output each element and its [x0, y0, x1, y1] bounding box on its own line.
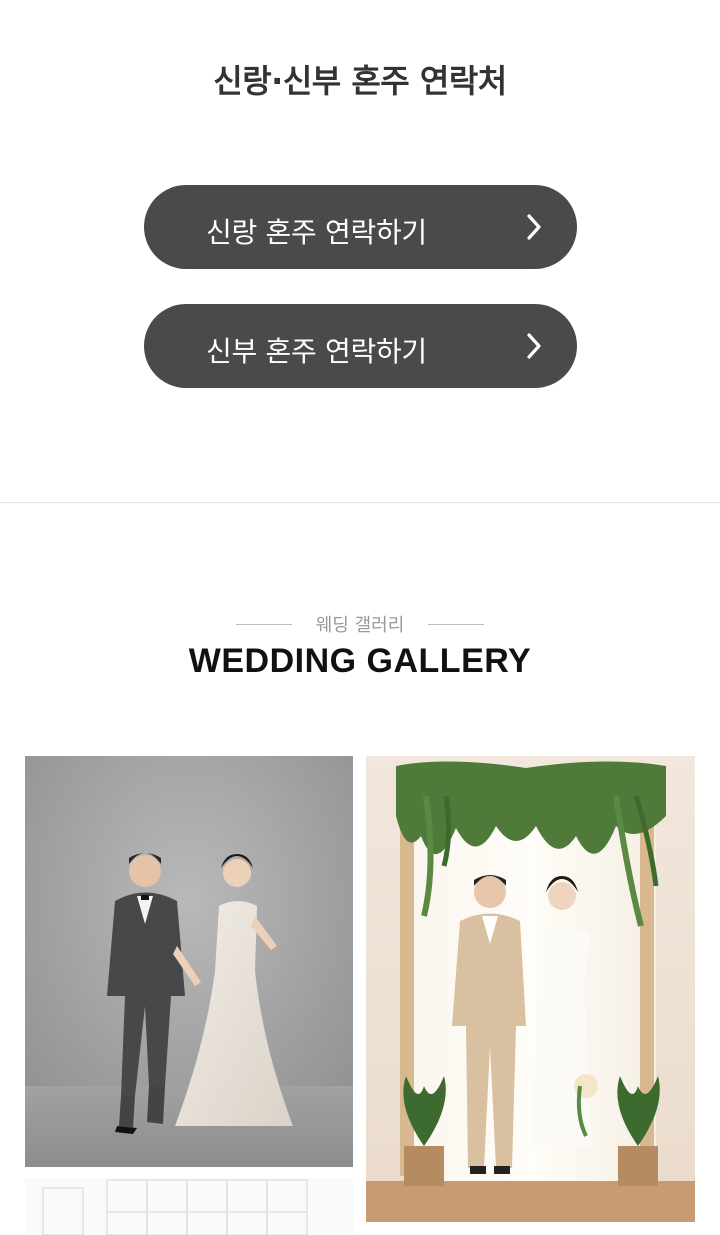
gallery-subtitle-row: 웨딩 갤러리 — [0, 612, 720, 636]
gallery-photo[interactable] — [25, 1178, 353, 1235]
parents-contact-section: 신랑·신부 혼주 연락처 신랑 혼주 연락하기 신부 혼주 연락하기 — [0, 0, 720, 503]
bride-parents-contact-label: 신부 혼주 연락하기 — [206, 335, 427, 368]
groom-parents-contact-label: 신랑 혼주 연락하기 — [206, 216, 427, 249]
white-interior-photo — [25, 1178, 353, 1235]
bride-parents-contact-button[interactable]: 신부 혼주 연락하기 — [144, 304, 577, 388]
groom-parents-contact-button[interactable]: 신랑 혼주 연락하기 — [144, 185, 577, 269]
couple-photo-floral-arch — [366, 756, 695, 1222]
gallery-subtitle: 웨딩 갤러리 — [315, 615, 405, 636]
gallery-photo[interactable] — [25, 756, 353, 1167]
chevron-right-icon — [527, 214, 541, 240]
section-divider — [0, 502, 720, 503]
subtitle-line-right — [428, 623, 485, 625]
gallery-title: WEDDING GALLERY — [188, 642, 532, 680]
contact-section-title: 신랑·신부 혼주 연락처 — [213, 62, 507, 100]
subtitle-line-left — [235, 623, 292, 625]
gallery-photo[interactable] — [366, 756, 695, 1222]
chevron-right-icon — [527, 333, 541, 359]
couple-photo-gray-studio — [25, 756, 353, 1167]
